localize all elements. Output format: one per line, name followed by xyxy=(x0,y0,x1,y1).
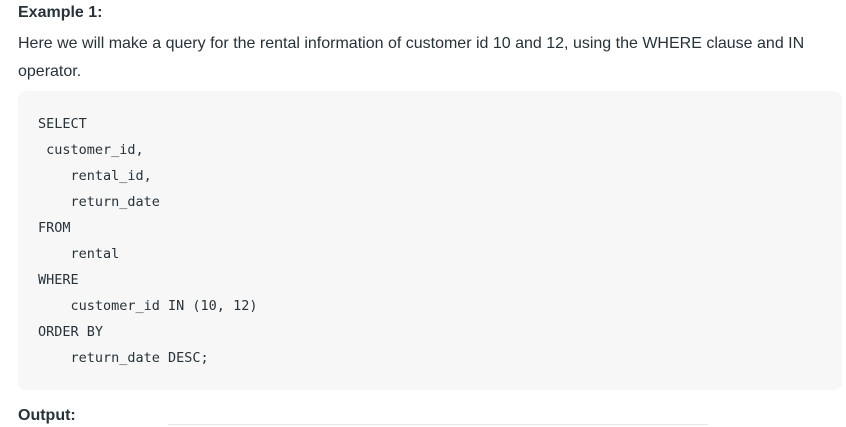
article-content: Example 1: Here we will make a query for… xyxy=(18,0,842,427)
code-line: customer_id IN (10, 12) xyxy=(38,298,258,314)
output-heading: Output: xyxy=(18,407,76,424)
code-line: rental xyxy=(38,246,120,262)
example-heading: Example 1: xyxy=(18,4,103,21)
code-line: FROM xyxy=(38,220,71,236)
code-line: return_date xyxy=(38,194,160,210)
code-line: rental_id, xyxy=(38,168,152,184)
code-line: ORDER BY xyxy=(38,324,104,340)
example-description: Here we will make a query for the rental… xyxy=(18,35,805,80)
code-line: return_date DESC; xyxy=(38,350,209,366)
code-block[interactable]: SELECT customer_id, rental_id, return_da… xyxy=(18,91,842,390)
code-line: WHERE xyxy=(38,272,79,288)
code-line: customer_id, xyxy=(38,142,144,158)
output-divider xyxy=(168,424,708,425)
code-line: SELECT xyxy=(38,116,87,132)
